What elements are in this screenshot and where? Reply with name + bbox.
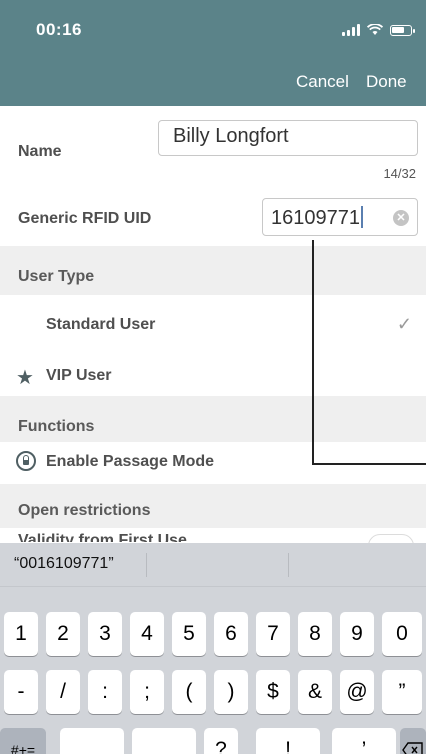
- functions-title: Functions: [18, 418, 95, 435]
- star-icon: ★: [16, 367, 34, 389]
- done-button[interactable]: Done: [366, 72, 407, 92]
- signal-icon: [342, 24, 360, 36]
- text-caret: [360, 206, 363, 228]
- key[interactable]: ?: [204, 728, 238, 754]
- key[interactable]: 0: [382, 612, 422, 656]
- clear-icon[interactable]: ✕: [393, 210, 409, 226]
- key[interactable]: /: [46, 670, 80, 714]
- standard-user-option[interactable]: Standard User: [46, 316, 155, 334]
- key[interactable]: -: [4, 670, 38, 714]
- key[interactable]: (: [172, 670, 206, 714]
- suggestion-divider: [288, 553, 289, 577]
- key[interactable]: [60, 728, 124, 754]
- name-input[interactable]: Billy Longfort: [158, 120, 418, 156]
- navigation-header: 00:16 Cancel Done: [0, 0, 426, 106]
- key[interactable]: 1: [4, 612, 38, 656]
- key[interactable]: ”: [382, 670, 422, 714]
- key[interactable]: 9: [340, 612, 374, 656]
- key[interactable]: 8: [298, 612, 332, 656]
- symbols-toggle-key[interactable]: #+=: [0, 728, 46, 754]
- key[interactable]: ): [214, 670, 248, 714]
- suggestion-divider: [146, 553, 147, 577]
- user-type-title: User Type: [18, 268, 95, 285]
- key[interactable]: :: [88, 670, 122, 714]
- rfid-label: Generic RFID UID: [18, 210, 152, 227]
- key[interactable]: 2: [46, 612, 80, 656]
- passage-mode-option[interactable]: Enable Passage Mode: [46, 453, 214, 471]
- backspace-icon: [402, 742, 423, 754]
- key[interactable]: !: [256, 728, 320, 754]
- key[interactable]: 6: [214, 612, 248, 656]
- system-status-icons: [342, 22, 415, 36]
- key[interactable]: 7: [256, 612, 290, 656]
- wifi-icon: [367, 24, 383, 35]
- key[interactable]: $: [256, 670, 290, 714]
- annotation-line: [312, 240, 426, 465]
- key[interactable]: 3: [88, 612, 122, 656]
- rfid-value: 16109771: [271, 207, 360, 229]
- cancel-button[interactable]: Cancel: [296, 72, 349, 92]
- lock-icon: [16, 451, 36, 471]
- key[interactable]: ;: [130, 670, 164, 714]
- key[interactable]: @: [340, 670, 374, 714]
- name-char-counter: 14/32: [383, 166, 416, 181]
- key[interactable]: 5: [172, 612, 206, 656]
- name-label: Name: [18, 143, 62, 160]
- key[interactable]: ’: [332, 728, 396, 754]
- open-restrictions-title: Open restrictions: [18, 502, 151, 519]
- key[interactable]: [132, 728, 196, 754]
- backspace-key[interactable]: [400, 728, 426, 754]
- suggestion-item[interactable]: “0016109771”: [14, 555, 114, 573]
- status-time: 00:16: [36, 20, 82, 39]
- suggestion-bar: “0016109771”: [0, 543, 426, 587]
- validity-row-label: Validity from First Use: [18, 532, 187, 542]
- rfid-input[interactable]: 16109771 ✕: [262, 198, 418, 236]
- battery-icon: [390, 25, 415, 36]
- vip-user-option[interactable]: VIP User: [46, 367, 112, 385]
- key[interactable]: &: [298, 670, 332, 714]
- open-restrictions-section: Open restrictions: [0, 484, 426, 528]
- key[interactable]: 4: [130, 612, 164, 656]
